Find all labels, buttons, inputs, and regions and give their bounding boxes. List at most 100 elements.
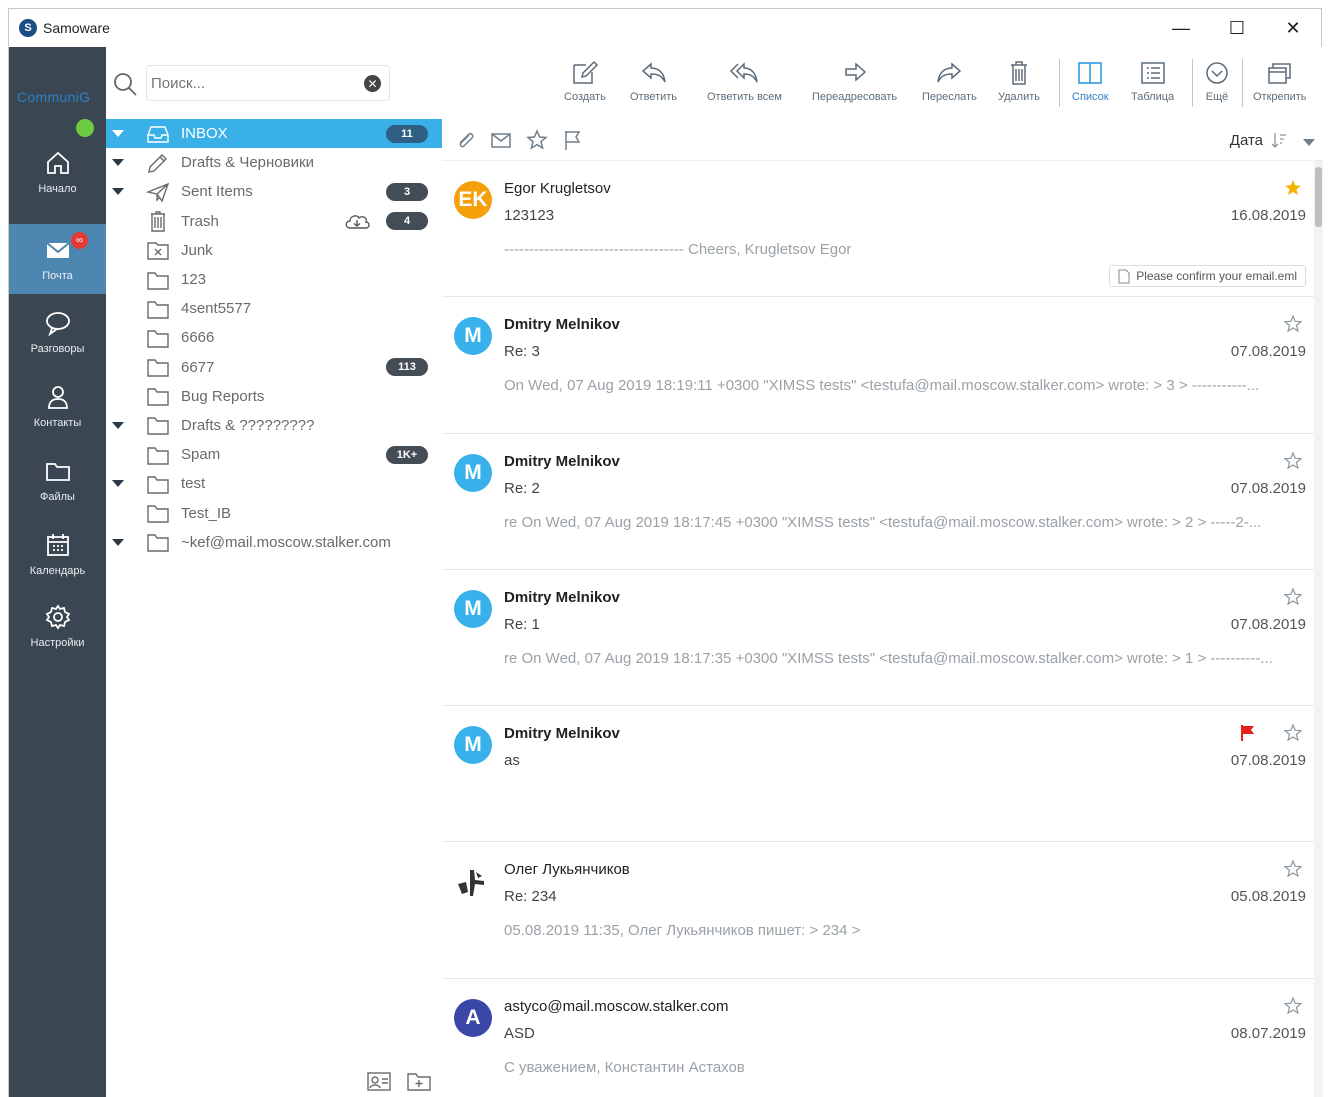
message-row[interactable]: M Dmitry Melnikov Re: 3 On Wed, 07 Aug 2019… — [442, 297, 1314, 434]
folder-item[interactable]: Drafts & Черновики — [106, 148, 442, 177]
message-row[interactable]: M Dmitry Melnikov as 07.08.2019 — [442, 706, 1314, 843]
clear-search-icon[interactable]: ✕ — [364, 75, 381, 92]
mail-icon — [45, 242, 70, 258]
search-input[interactable] — [147, 66, 347, 100]
expand-caret-icon[interactable] — [112, 159, 124, 167]
attachment-filter-icon[interactable] — [454, 129, 476, 151]
folder-name: test — [181, 475, 206, 493]
new-folder-icon[interactable] — [406, 1070, 432, 1092]
table-view-button[interactable]: Таблица — [1131, 59, 1174, 103]
close-button[interactable]: ✕ — [1265, 9, 1321, 47]
reply-all-button[interactable]: Ответить всем — [707, 59, 782, 103]
folder-item[interactable]: Sent Items 3 — [106, 177, 442, 206]
star-icon[interactable] — [1284, 996, 1302, 1015]
toolbar-separator — [1242, 59, 1243, 107]
sort-direction-icon[interactable] — [1271, 131, 1287, 149]
folder-item[interactable]: Junk — [106, 236, 442, 265]
message-row[interactable]: Олег Лукьянчиков Re: 234 05.08.2019 11:35… — [442, 842, 1314, 979]
message-list-scrollbar[interactable] — [1314, 161, 1323, 1097]
message-sender: Dmitry Melnikov — [504, 725, 620, 743]
folder-item[interactable]: 123 — [106, 265, 442, 294]
expand-caret-icon[interactable] — [112, 188, 124, 196]
folder-item[interactable]: ~kef@mail.moscow.stalker.com — [106, 528, 442, 557]
star-filled-icon[interactable] — [1284, 179, 1302, 197]
folder-item[interactable]: 6677 113 — [106, 353, 442, 382]
flag-icon[interactable] — [1240, 724, 1256, 742]
message-row[interactable]: M Dmitry Melnikov Re: 2 re On Wed, 07 Aug 2… — [442, 434, 1314, 570]
folder-item[interactable]: test — [106, 469, 442, 498]
rail-item-files[interactable]: Файлы — [9, 445, 106, 515]
rail-item-home[interactable]: Начало — [9, 137, 106, 207]
expand-caret-icon[interactable] — [112, 421, 124, 429]
message-sender: Dmitry Melnikov — [504, 452, 620, 470]
star-icon[interactable] — [1284, 724, 1302, 742]
folder-icon — [146, 473, 170, 495]
toolbar-label: Таблица — [1131, 91, 1175, 103]
sort-label[interactable]: Дата — [1230, 132, 1263, 149]
folder-item[interactable]: Test_IB — [106, 498, 442, 527]
calendar-icon — [46, 534, 69, 556]
folder-item[interactable]: Spam 1K+ — [106, 440, 442, 469]
message-subject: Re: 1 — [504, 615, 540, 633]
star-icon[interactable] — [1284, 451, 1302, 470]
sort-dropdown-icon[interactable] — [1303, 139, 1315, 146]
toolbar-label: Переслать — [922, 91, 977, 103]
trash-icon — [146, 210, 170, 232]
rail-item-calendar[interactable]: Календарь — [9, 519, 106, 589]
presence-status-icon[interactable] — [76, 119, 94, 137]
rail-label: Разговоры — [30, 343, 85, 355]
brand-label: CommuniG — [17, 89, 91, 105]
folder-item[interactable]: 6666 — [106, 323, 442, 352]
rail-item-settings[interactable]: Настройки — [9, 591, 106, 661]
star-icon[interactable] — [1284, 587, 1302, 606]
toolbar-separator — [1059, 59, 1060, 107]
redirect-button[interactable]: Переадресовать — [812, 59, 897, 103]
star-filter-icon[interactable] — [526, 129, 548, 151]
sender-avatar: A — [454, 998, 492, 1037]
app-logo-icon: S — [19, 19, 37, 37]
attachment-chip[interactable]: Please confirm your email.eml — [1109, 265, 1306, 287]
search-icon[interactable] — [112, 71, 138, 97]
sender-avatar: M — [454, 317, 492, 356]
flag-filter-icon[interactable] — [562, 129, 584, 151]
rail-item-mail[interactable]: ∞ Почта — [9, 224, 106, 294]
pencil-icon — [146, 152, 170, 174]
message-row[interactable]: M Dmitry Melnikov Re: 1 re On Wed, 07 Aug 2… — [442, 570, 1314, 707]
unread-filter-icon[interactable] — [490, 129, 512, 151]
folder-item[interactable]: 4sent5577 — [106, 294, 442, 323]
folder-item[interactable]: Drafts & ????????? — [106, 411, 442, 440]
expand-caret-icon[interactable] — [112, 480, 124, 488]
message-subject: Re: 2 — [504, 479, 540, 497]
list-view-button[interactable]: Список — [1072, 59, 1109, 103]
message-row[interactable]: EK Egor Krugletsov 123123 -----------------… — [442, 161, 1314, 298]
toolbar-label: Список — [1072, 91, 1109, 103]
contact-card-icon[interactable] — [366, 1070, 392, 1092]
folder-item[interactable]: Trash 4 — [106, 207, 442, 236]
folder-icon — [146, 269, 170, 291]
rail-item-contacts[interactable]: Контакты — [9, 371, 106, 441]
folder-item[interactable]: Bug Reports — [106, 382, 442, 411]
reply-button[interactable]: Ответить — [630, 59, 677, 103]
toolbar-label: Ещё — [1205, 91, 1229, 103]
compose-icon — [573, 60, 598, 84]
cloud-download-icon[interactable] — [342, 210, 372, 232]
minimize-button[interactable]: — — [1153, 9, 1209, 47]
delete-button[interactable]: Удалить — [998, 59, 1040, 103]
sender-avatar: M — [454, 453, 492, 492]
more-button[interactable]: Ещё — [1202, 59, 1232, 103]
compose-button[interactable]: Создать — [564, 59, 606, 103]
rail-label: Настройки — [30, 637, 85, 649]
folder-name: Test_IB — [181, 504, 232, 522]
rail-item-chats[interactable]: Разговоры — [9, 297, 106, 367]
forward-button[interactable]: Переслать — [922, 59, 977, 103]
star-icon[interactable] — [1284, 860, 1302, 878]
star-icon[interactable] — [1284, 315, 1302, 333]
detach-button[interactable]: Открепить — [1253, 59, 1307, 103]
scrollbar-thumb[interactable] — [1315, 167, 1322, 227]
toolbar-label: Переадресовать — [812, 91, 898, 103]
expand-caret-icon[interactable] — [112, 130, 124, 138]
folder-item[interactable]: INBOX 11 — [106, 119, 442, 149]
maximize-button[interactable]: ☐ — [1209, 9, 1265, 47]
expand-caret-icon[interactable] — [112, 538, 124, 546]
message-row[interactable]: Aastyco@mail.moscow.stalker.com ASD С уваж… — [442, 979, 1314, 1097]
